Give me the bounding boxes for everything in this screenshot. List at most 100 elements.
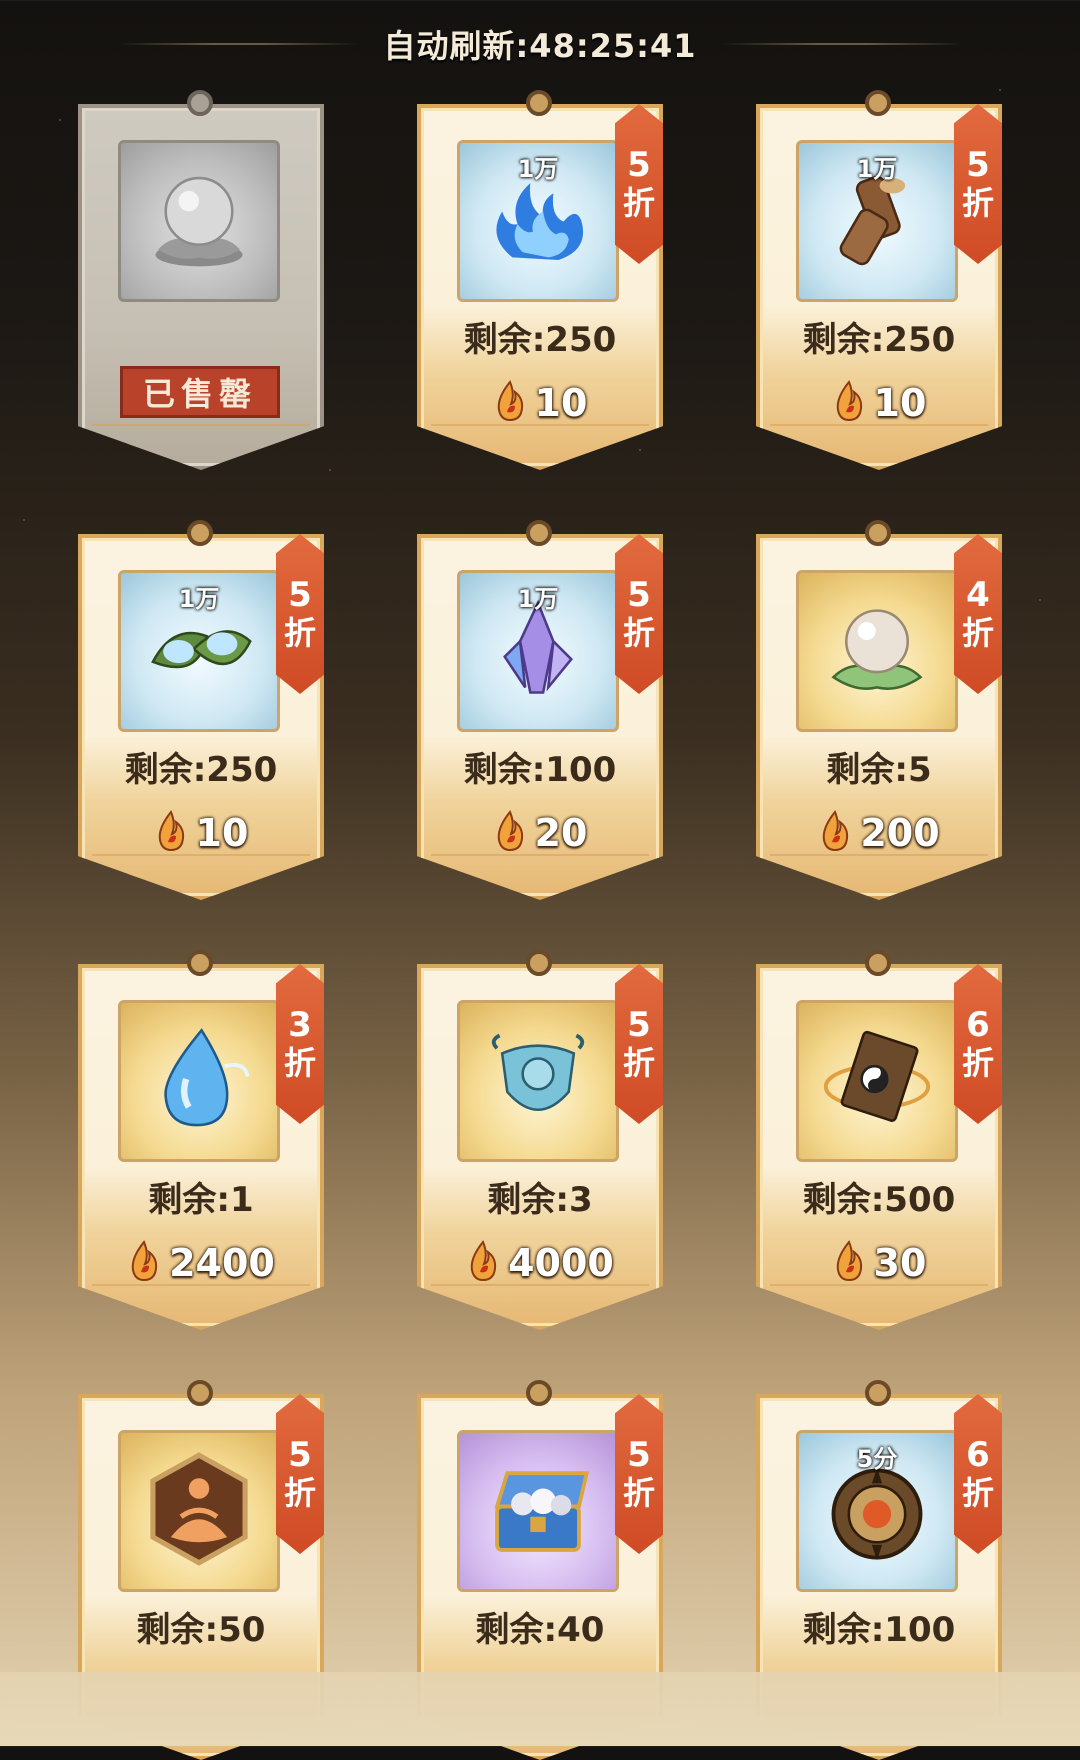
flame-currency-icon: [127, 1240, 169, 1286]
discount-number: 5: [627, 1005, 651, 1045]
item-icon-box: [118, 1000, 280, 1162]
shop-card[interactable]: 4 折 剩余:5 200: [756, 520, 1002, 900]
hanging-ring: [187, 1380, 213, 1406]
discount-ribbon: 4 折: [954, 534, 1002, 694]
remaining-count: 剩余:50: [136, 1610, 266, 1650]
remaining-count: 剩余:40: [475, 1610, 605, 1650]
discount-number: 5: [288, 1435, 312, 1475]
price-value: 20: [534, 811, 588, 855]
shop-card[interactable]: 1万 5 折 剩余:250 10: [417, 90, 663, 470]
discount-number: 5: [627, 575, 651, 615]
item-icon-box: [457, 1000, 619, 1162]
meditation-badge-icon: [135, 1445, 263, 1577]
hanging-ring: [187, 520, 213, 546]
discount-unit: 折: [283, 614, 316, 652]
price-value: 10: [873, 381, 927, 425]
refresh-timer-bar: 自动刷新:48:25:41: [0, 18, 1080, 70]
price-row: 4000: [417, 1240, 663, 1286]
price-row: 2400: [78, 1240, 324, 1286]
discount-number: 3: [288, 1005, 312, 1045]
item-icon-box: [796, 1000, 958, 1162]
shop-card[interactable]: 1万 5 折 剩余:250 10: [756, 90, 1002, 470]
price-value: 10: [195, 811, 249, 855]
remaining-count: 剩余:250: [124, 750, 278, 790]
price-row: 20: [417, 810, 663, 856]
price-value: 30: [873, 1241, 927, 1285]
water-drop-icon: [135, 1015, 263, 1147]
remaining-count: 剩余:250: [463, 320, 617, 360]
remaining-count: 剩余:1: [148, 1180, 254, 1220]
flame-currency-icon: [466, 1240, 508, 1286]
item-icon-box: 1万: [796, 140, 958, 302]
discount-number: 5: [966, 145, 990, 185]
hanging-ring: [526, 950, 552, 976]
discount-number: 4: [966, 575, 990, 615]
flame-currency-icon: [154, 810, 196, 856]
bottom-panel-fade: [0, 1672, 1080, 1746]
discount-ribbon: 5 折: [954, 104, 1002, 264]
hanging-ring: [526, 90, 552, 116]
discount-unit: 折: [283, 1044, 316, 1082]
discount-unit: 折: [961, 184, 994, 222]
flame-currency-icon: [493, 380, 535, 426]
price-row: 10: [756, 380, 1002, 426]
discount-number: 6: [966, 1005, 990, 1045]
discount-number: 5: [627, 145, 651, 185]
treasure-chest-icon: [474, 1445, 602, 1577]
refresh-timer: 自动刷新:48:25:41: [383, 27, 697, 65]
hanging-ring: [526, 1380, 552, 1406]
hanging-ring: [187, 950, 213, 976]
quantity-tag: 5分: [856, 1445, 898, 1473]
price-row: 10: [78, 810, 324, 856]
item-icon-box: [118, 1430, 280, 1592]
flame-currency-icon: [832, 1240, 874, 1286]
sold-out-stamp: 已售罄: [120, 366, 280, 418]
remaining-count: 剩余:100: [463, 750, 617, 790]
price-value: 2400: [169, 1241, 275, 1285]
discount-unit: 折: [961, 1044, 994, 1082]
discount-unit: 折: [283, 1474, 316, 1512]
remaining-count: 剩余:250: [802, 320, 956, 360]
decor-line-right: [722, 43, 963, 45]
shop-card[interactable]: 1万 5 折 剩余:250 10: [78, 520, 324, 900]
quantity-tag: 1万: [178, 585, 220, 613]
item-icon-box: 1万: [457, 570, 619, 732]
discount-number: 5: [627, 1435, 651, 1475]
discount-unit: 折: [961, 1474, 994, 1512]
hanging-ring: [187, 90, 213, 116]
item-icon-box: [118, 140, 280, 302]
flame-currency-icon: [832, 380, 874, 426]
discount-ribbon: 5 折: [615, 104, 663, 264]
quantity-tag: 1万: [856, 155, 898, 183]
shop-card[interactable]: 3 折 剩余:1 2400: [78, 950, 324, 1330]
remaining-count: 剩余:100: [802, 1610, 956, 1650]
discount-unit: 折: [622, 184, 655, 222]
discount-ribbon: 5 折: [276, 534, 324, 694]
remaining-count: 剩余:5: [826, 750, 932, 790]
shop-card[interactable]: 6 折 剩余:500 30: [756, 950, 1002, 1330]
hanging-ring: [865, 90, 891, 116]
shop-card[interactable]: 5 折 剩余:3 4000: [417, 950, 663, 1330]
shop-card[interactable]: 1万 5 折 剩余:100 20: [417, 520, 663, 900]
item-icon-box: 5分: [796, 1430, 958, 1592]
item-icon-box: 1万: [457, 140, 619, 302]
discount-ribbon: 6 折: [954, 964, 1002, 1124]
discount-number: 5: [288, 575, 312, 615]
discount-unit: 折: [622, 1474, 655, 1512]
discount-ribbon: 3 折: [276, 964, 324, 1124]
discount-ribbon: 5 折: [615, 534, 663, 694]
flame-currency-icon: [493, 810, 535, 856]
price-value: 4000: [508, 1241, 614, 1285]
crystal-ball-icon: [135, 155, 263, 287]
remaining-count: 剩余:500: [802, 1180, 956, 1220]
scripture-book-icon: [813, 1015, 941, 1147]
discount-ribbon: 5 折: [615, 1394, 663, 1554]
item-icon-box: 1万: [118, 570, 280, 732]
crystal-ball-icon: [813, 585, 941, 717]
remaining-count: 剩余:3: [487, 1180, 593, 1220]
decor-line-left: [117, 43, 358, 45]
price-row: 200: [756, 810, 1002, 856]
hanging-ring: [865, 520, 891, 546]
price-value: 200: [860, 811, 940, 855]
shop-card-sold-out[interactable]: 已售罄: [78, 90, 324, 470]
